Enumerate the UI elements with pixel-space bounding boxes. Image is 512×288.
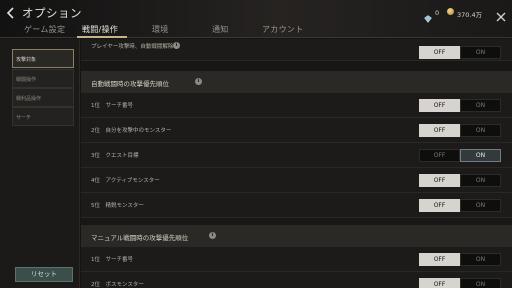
info-icon[interactable]: i bbox=[173, 42, 180, 49]
info-icon[interactable]: i bbox=[195, 78, 202, 85]
toggle-priority-2[interactable]: OFF ON bbox=[419, 124, 501, 137]
toggle-on-option[interactable]: ON bbox=[460, 124, 501, 137]
section-header-auto-priority: 自動戦闘時の攻撃優先順位 bbox=[81, 71, 512, 93]
toggle-on-option[interactable]: ON bbox=[460, 278, 501, 288]
toggle-priority-1[interactable]: OFF ON bbox=[419, 99, 501, 112]
info-icon[interactable]: i bbox=[209, 232, 216, 239]
toggle-on-option[interactable]: ON bbox=[460, 253, 501, 266]
toggle-off-option[interactable]: OFF bbox=[419, 124, 460, 137]
toggle-manual-priority-2[interactable]: OFF ON bbox=[419, 278, 501, 288]
tab-account[interactable]: アカウント bbox=[262, 24, 304, 35]
toggle-off-option[interactable]: OFF bbox=[419, 149, 460, 162]
page-title: オプション bbox=[22, 6, 82, 20]
priority-row-5: 5位 精鋭モンスター OFF ON bbox=[81, 193, 512, 218]
toggle-off-option[interactable]: OFF bbox=[419, 99, 460, 112]
section-header-manual-priority: マニュアル戦闘時の攻撃優先順位 bbox=[81, 225, 512, 247]
sidebar-item-combat-controls[interactable]: 戦闘操作 bbox=[12, 69, 74, 88]
toggle-off-option[interactable]: OFF bbox=[419, 174, 460, 187]
gem-icon bbox=[424, 8, 432, 23]
toggle-priority-4[interactable]: OFF ON bbox=[419, 174, 501, 187]
back-arrow-icon[interactable] bbox=[4, 6, 18, 20]
setting-row-player-attack-auto-off: プレイヤー攻撃時、自動戦闘解除 i OFF ON bbox=[81, 39, 512, 61]
toggle-priority-5[interactable]: OFF ON bbox=[419, 199, 501, 212]
toggle-off-option[interactable]: OFF bbox=[419, 253, 460, 266]
toggle-player-attack-auto-off[interactable]: OFF ON bbox=[419, 46, 501, 59]
toggle-on-option[interactable]: ON bbox=[460, 174, 501, 187]
toggle-off-option[interactable]: OFF bbox=[419, 278, 460, 288]
toggle-off-option[interactable]: OFF bbox=[419, 199, 460, 212]
section-title: 自動戦闘時の攻撃優先順位 bbox=[91, 80, 169, 88]
setting-label: プレイヤー攻撃時、自動戦闘解除 bbox=[91, 44, 174, 50]
tab-environment[interactable]: 環境 bbox=[152, 24, 169, 35]
priority-row-1: 1位 サーチ番号 OFF ON bbox=[81, 93, 512, 118]
sidebar-item-attack-target[interactable]: 攻撃対象 bbox=[12, 49, 74, 68]
close-icon[interactable] bbox=[496, 7, 506, 22]
toggle-off-option[interactable]: OFF bbox=[419, 46, 460, 59]
priority-row-3: 3位 クエスト目標 OFF ON bbox=[81, 143, 512, 168]
setting-label: 4位 アクティブモンスター bbox=[91, 178, 160, 184]
setting-label: 5位 精鋭モンスター bbox=[91, 203, 144, 209]
toggle-on-option[interactable]: ON bbox=[460, 46, 501, 59]
toggle-on-option[interactable]: ON bbox=[460, 99, 501, 112]
settings-panel: プレイヤー攻撃時、自動戦闘解除 i OFF ON 自動戦闘時の攻撃優先順位 i … bbox=[81, 39, 512, 288]
priority-row-4: 4位 アクティブモンスター OFF ON bbox=[81, 168, 512, 193]
sidebar: 攻撃対象 戦闘操作 戦利品操作 サーチ リセット bbox=[0, 39, 80, 288]
header-bar: オプション ゲーム設定 戦闘/操作 環境 通知 アカウント 0 370.4万 bbox=[0, 0, 512, 38]
setting-label: 1位 サーチ番号 bbox=[91, 257, 133, 263]
setting-label: 3位 クエスト目標 bbox=[91, 153, 139, 159]
toggle-priority-3[interactable]: OFF ON bbox=[419, 149, 501, 162]
gem-count: 0 bbox=[435, 9, 440, 17]
setting-label: 2位 ボスモンスター bbox=[91, 282, 144, 288]
manual-priority-row-1: 1位 サーチ番号 OFF ON bbox=[81, 247, 512, 272]
setting-label: 1位 サーチ番号 bbox=[91, 103, 133, 109]
manual-priority-row-2: 2位 ボスモンスター OFF ON bbox=[81, 272, 512, 288]
gold-count: 370.4万 bbox=[457, 11, 483, 19]
tab-notifications[interactable]: 通知 bbox=[212, 24, 229, 35]
tab-combat-controls[interactable]: 戦闘/操作 bbox=[82, 24, 118, 35]
section-title: マニュアル戦闘時の攻撃優先順位 bbox=[91, 234, 189, 242]
gold-coin-icon bbox=[447, 8, 454, 15]
toggle-on-option[interactable]: ON bbox=[460, 199, 501, 212]
sidebar-item-loot-controls[interactable]: 戦利品操作 bbox=[12, 88, 74, 107]
priority-row-2: 2位 自分を攻撃中のモンスター OFF ON bbox=[81, 118, 512, 143]
toggle-manual-priority-1[interactable]: OFF ON bbox=[419, 253, 501, 266]
sidebar-item-search[interactable]: サーチ bbox=[12, 107, 74, 126]
active-tab-underline bbox=[77, 36, 127, 38]
setting-label: 2位 自分を攻撃中のモンスター bbox=[91, 128, 172, 134]
reset-button[interactable]: リセット bbox=[15, 267, 73, 282]
toggle-on-option[interactable]: ON bbox=[460, 149, 501, 162]
tab-game-settings[interactable]: ゲーム設定 bbox=[24, 24, 65, 35]
